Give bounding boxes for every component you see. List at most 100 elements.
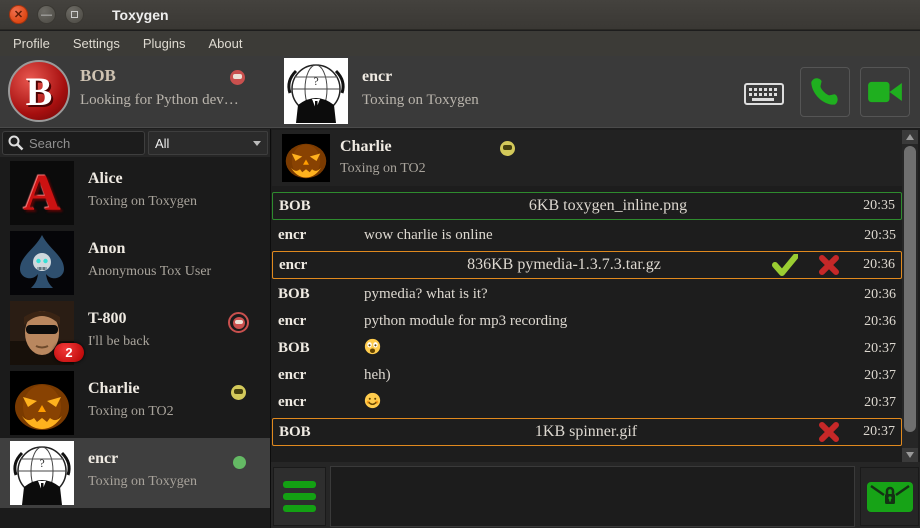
send-message-button[interactable] <box>860 467 919 526</box>
message-row: encr wow charlie is online 20:35 <box>272 222 902 249</box>
message-list: BOB 6KB toxygen_inline.png 20:35 encr wo… <box>272 190 902 462</box>
svg-text:?: ? <box>39 456 44 470</box>
contact-item-t800[interactable]: T-800 I'll be back 2 <box>0 298 270 368</box>
contact-status-message: Toxing on Toxygen <box>88 194 197 210</box>
search-input[interactable] <box>29 136 134 151</box>
avatar <box>282 134 330 182</box>
message-sender: encr <box>279 257 365 274</box>
file-transfer-label: 1KB spinner.gif <box>365 423 807 441</box>
contact-item-alice[interactable]: A Alice Toxing on Toxygen <box>0 158 270 228</box>
file-transfer-label: 836KB pymedia-1.3.7.3.tar.gz <box>365 256 763 274</box>
contact-name: Anon <box>88 240 125 258</box>
contact-name: Charlie <box>88 380 140 398</box>
keyboard-icon <box>744 83 784 105</box>
contact-filter-dropdown[interactable]: All <box>148 131 268 155</box>
anonymous-mask-icon: ? <box>284 58 348 124</box>
avatar <box>10 371 74 435</box>
menu-plugins[interactable]: Plugins <box>133 33 196 54</box>
screen-keyboard-button[interactable] <box>744 83 784 105</box>
contact-status-message: Anonymous Tox User <box>88 264 211 280</box>
avatar: A <box>10 161 74 225</box>
svg-text:?: ? <box>313 74 318 88</box>
unread-count-badge: 2 <box>54 343 84 362</box>
message-time: 20:37 <box>851 424 895 440</box>
title-bar: ✕ — Toxygen <box>0 0 920 30</box>
message-sender: BOB <box>279 424 365 441</box>
message-sender: BOB <box>278 340 364 357</box>
close-icon[interactable]: ✕ <box>9 5 28 24</box>
self-name[interactable]: BOB <box>80 66 116 86</box>
message-time: 20:37 <box>852 395 896 411</box>
file-transfer-label: 6KB toxygen_inline.png <box>365 197 851 215</box>
avatar: ? <box>10 441 74 505</box>
contact-name: Alice <box>88 170 123 188</box>
scroll-up-icon[interactable] <box>902 130 918 144</box>
contact-filter-value: All <box>155 136 169 151</box>
decline-transfer-icon[interactable] <box>816 254 842 276</box>
video-call-button[interactable] <box>860 67 910 117</box>
contact-name: T-800 <box>88 310 127 328</box>
pumpkin-icon <box>10 371 74 435</box>
message-sender: encr <box>278 394 364 411</box>
message-sender: BOB <box>278 286 364 303</box>
menu-about[interactable]: About <box>198 33 252 54</box>
chevron-down-icon <box>253 141 261 146</box>
pumpkin-icon <box>282 134 330 182</box>
message-row: BOB pymedia? what is it? 20:36 <box>272 281 902 308</box>
search-row: All <box>0 129 270 157</box>
scared-face-emoji-icon <box>364 338 381 355</box>
online-status-icon <box>233 456 246 469</box>
message-time: 20:36 <box>852 287 896 303</box>
smiling-face-emoji-icon <box>364 392 381 409</box>
avatar <box>10 231 74 295</box>
file-transfer-row: BOB 6KB toxygen_inline.png 20:35 <box>272 192 902 220</box>
chat-peer-name: Charlie <box>340 138 392 156</box>
active-chat-name: encr <box>362 68 392 86</box>
message-sender: encr <box>278 227 364 244</box>
anonymous-mask-icon: ? <box>10 441 74 505</box>
message-sender: encr <box>278 313 364 330</box>
contact-item-encr[interactable]: ? encr Toxing on Toxygen <box>0 438 270 508</box>
contact-item-charlie[interactable]: Charlie Toxing on TO2 <box>0 368 270 438</box>
message-time: 20:36 <box>851 257 895 273</box>
message-text: wow charlie is online <box>364 227 852 244</box>
maximize-icon[interactable] <box>65 5 84 24</box>
message-sender: encr <box>278 367 364 384</box>
decline-transfer-icon[interactable] <box>816 421 842 443</box>
search-icon <box>7 134 25 152</box>
message-row: encr python module for mp3 recording 20:… <box>272 308 902 335</box>
video-camera-icon <box>867 78 903 106</box>
self-status-message[interactable]: Looking for Python dev… <box>80 92 239 109</box>
menu-bar: Profile Settings Plugins About <box>0 31 920 56</box>
chat-peer-header: Charlie Toxing on TO2 <box>272 130 902 186</box>
file-transfer-row: BOB 1KB spinner.gif 20:37 <box>272 418 902 446</box>
message-time: 20:35 <box>851 198 895 214</box>
chat-menu-button[interactable] <box>273 467 326 526</box>
contact-status-message: Toxing on TO2 <box>88 404 174 420</box>
self-avatar[interactable]: B <box>8 60 70 122</box>
message-time: 20:35 <box>852 228 896 244</box>
contact-name: encr <box>88 450 118 468</box>
contact-status-message: I'll be back <box>88 334 150 350</box>
window-title: Toxygen <box>112 7 169 23</box>
accept-transfer-icon[interactable] <box>772 254 798 276</box>
message-input[interactable] <box>330 466 855 527</box>
message-row: BOB 20:37 <box>272 335 902 362</box>
scroll-down-icon[interactable] <box>902 448 918 462</box>
phone-icon <box>808 75 842 109</box>
spade-skull-icon <box>10 231 74 295</box>
menu-settings[interactable]: Settings <box>63 33 130 54</box>
app-window: ✕ — Toxygen Profile Settings Plugins Abo… <box>0 0 920 528</box>
self-busy-status-icon[interactable] <box>230 70 245 85</box>
scrollbar-thumb[interactable] <box>904 146 916 432</box>
menu-profile[interactable]: Profile <box>3 33 60 54</box>
chat-peer-status-message: Toxing on TO2 <box>340 161 426 177</box>
contact-item-anon[interactable]: Anon Anonymous Tox User <box>0 228 270 298</box>
minimize-icon[interactable]: — <box>37 5 56 24</box>
message-scrollbar <box>902 130 918 462</box>
busy-unread-status-icon <box>228 312 249 333</box>
contact-status-message: Toxing on Toxygen <box>88 474 197 490</box>
away-status-icon <box>500 141 515 156</box>
message-text: heh) <box>364 367 852 384</box>
audio-call-button[interactable] <box>800 67 850 117</box>
